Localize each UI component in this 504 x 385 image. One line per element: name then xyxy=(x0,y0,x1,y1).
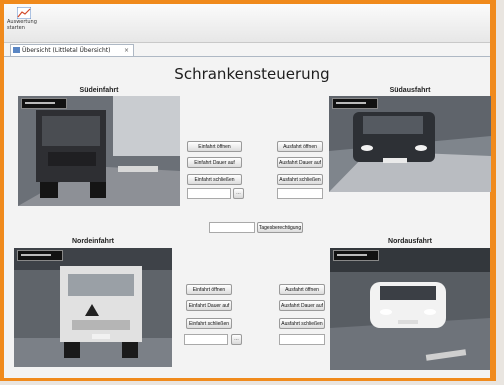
nord-einfahrt-ellipsis-button[interactable]: ... xyxy=(231,334,242,345)
day-permit-button[interactable]: Tagesberechtigung xyxy=(257,222,303,233)
nord-einfahrt-close-button[interactable]: Einfahrt schließen xyxy=(186,318,232,329)
timestamp-overlay xyxy=(333,250,379,261)
nord-ausfahrt-open-button[interactable]: Ausfahrt öffnen xyxy=(279,284,325,295)
timestamp-overlay xyxy=(17,250,63,261)
camera-label-nord-einfahrt: Nordeinfahrt xyxy=(72,238,114,245)
sued-ausfahrt-input[interactable] xyxy=(277,188,323,199)
tab-overview-label: Übersicht (Littletal Übersicht) xyxy=(22,47,111,54)
sued-ausfahrt-permanent-button[interactable]: Ausfahrt Dauer auf xyxy=(277,157,323,168)
chart-icon xyxy=(17,7,31,19)
nord-ausfahrt-input[interactable] xyxy=(279,334,325,345)
toolbar: Auswertung starten xyxy=(4,4,490,43)
nord-einfahrt-input[interactable] xyxy=(184,334,228,345)
camera-label-sued-einfahrt: Südeinfahrt xyxy=(79,87,119,94)
grid-icon xyxy=(13,47,20,53)
camera-label-sued-ausfahrt: Südausfahrt xyxy=(389,87,431,94)
nord-ausfahrt-close-button[interactable]: Ausfahrt schließen xyxy=(279,318,325,329)
sued-einfahrt-input[interactable] xyxy=(187,188,231,199)
close-icon[interactable]: × xyxy=(124,45,129,57)
sued-ausfahrt-open-button[interactable]: Ausfahrt öffnen xyxy=(277,141,323,152)
camera-feed-sued-einfahrt xyxy=(18,96,180,206)
camera-feed-nord-einfahrt xyxy=(14,248,172,367)
camera-feed-nord-ausfahrt xyxy=(330,248,490,370)
camera-label-nord-ausfahrt: Nordausfahrt xyxy=(388,238,432,245)
sued-ausfahrt-close-button[interactable]: Ausfahrt schließen xyxy=(277,174,323,185)
tab-bar: Übersicht (Littletal Übersicht) × xyxy=(4,43,490,57)
timestamp-overlay xyxy=(21,98,67,109)
sued-einfahrt-close-button[interactable]: Einfahrt schließen xyxy=(187,174,242,185)
tab-overview[interactable]: Übersicht (Littletal Übersicht) × xyxy=(10,44,134,56)
start-evaluation-label: Auswertung starten xyxy=(7,19,37,31)
nord-einfahrt-permanent-button[interactable]: Einfahrt Dauer auf xyxy=(186,300,232,311)
sued-einfahrt-ellipsis-button[interactable]: ... xyxy=(233,188,244,199)
nord-einfahrt-open-button[interactable]: Einfahrt öffnen xyxy=(186,284,232,295)
nord-ausfahrt-permanent-button[interactable]: Ausfahrt Dauer auf xyxy=(279,300,325,311)
camera-feed-sued-ausfahrt xyxy=(329,96,491,192)
day-permit-input[interactable] xyxy=(209,222,255,233)
timestamp-overlay xyxy=(332,98,378,109)
sued-einfahrt-permanent-button[interactable]: Einfahrt Dauer auf xyxy=(187,157,242,168)
start-evaluation-button[interactable]: Auswertung starten xyxy=(7,5,41,39)
sued-einfahrt-open-button[interactable]: Einfahrt öffnen xyxy=(187,141,242,152)
page-title: Schrankensteuerung xyxy=(174,65,330,83)
